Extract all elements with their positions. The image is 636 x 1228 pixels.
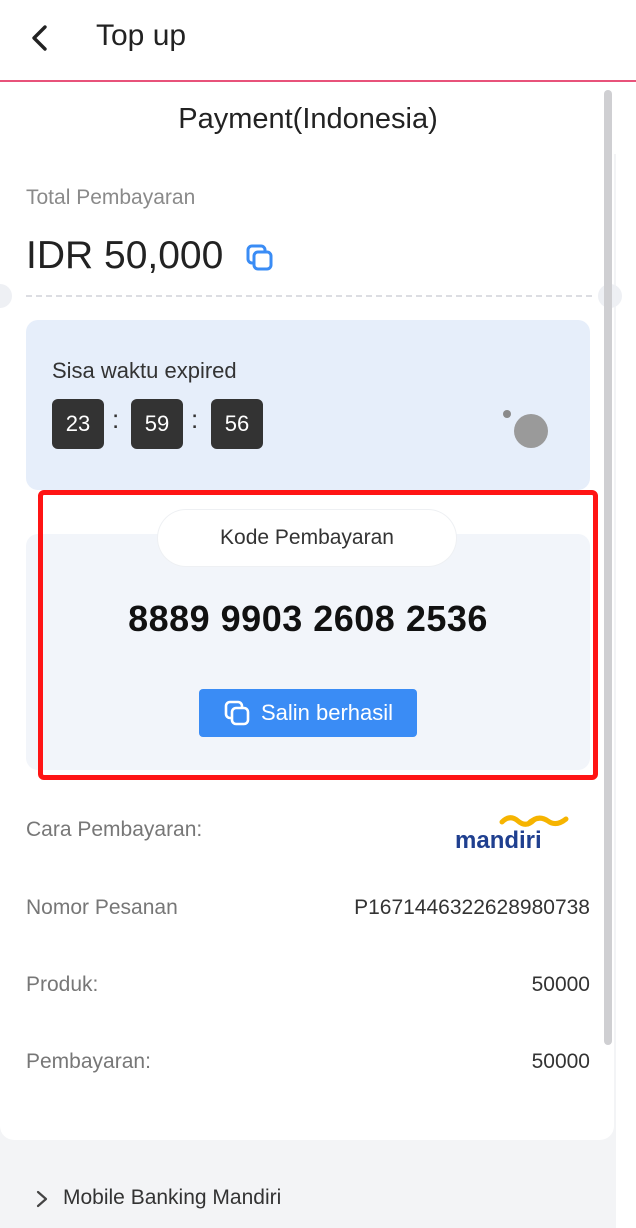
timer-seconds: 56 xyxy=(211,399,263,449)
page-title: Top up xyxy=(96,19,187,52)
order-number-label: Nomor Pesanan xyxy=(26,896,178,919)
total-label: Total Pembayaran xyxy=(26,186,196,209)
order-number-value: P1671446322628980738 xyxy=(354,896,590,919)
payment-section-title: Payment(Indonesia) xyxy=(178,102,438,135)
copy-icon xyxy=(224,700,250,726)
payment-method-label: Cara Pembayaran: xyxy=(26,818,203,841)
payment-section-header: Payment(Indonesia) xyxy=(0,84,616,154)
loading-dot-large xyxy=(514,414,548,448)
chevron-right-icon xyxy=(36,1190,48,1208)
payment-amount-label: Pembayaran: xyxy=(26,1050,151,1073)
copy-icon[interactable] xyxy=(244,242,274,272)
loading-dot-small xyxy=(503,410,511,418)
total-amount: IDR 50,000 xyxy=(26,234,224,277)
expiry-timer-label: Sisa waktu expired xyxy=(52,358,237,383)
timer-separator: : xyxy=(112,404,120,434)
payment-code-number: 8889 9903 2608 2536 xyxy=(128,598,488,639)
product-value: 50000 xyxy=(531,973,590,996)
copy-code-button-label: Salin berhasil xyxy=(260,700,394,725)
copy-code-button[interactable]: Salin berhasil xyxy=(199,689,417,737)
dashed-divider xyxy=(26,295,592,297)
top-bar: Top up xyxy=(0,0,636,82)
timer-minutes: 59 xyxy=(131,399,183,449)
instruction-item-label: Mobile Banking Mandiri xyxy=(63,1186,282,1209)
timer-separator: : xyxy=(191,404,199,434)
chevron-left-icon xyxy=(32,25,47,51)
mandiri-logo-text: mandiri xyxy=(455,827,542,854)
vertical-scrollbar[interactable] xyxy=(604,90,612,1045)
mandiri-logo: mandiri xyxy=(452,812,582,856)
product-label: Produk: xyxy=(26,973,99,996)
expiry-timer-panel xyxy=(26,320,590,490)
back-button[interactable] xyxy=(20,18,60,58)
payment-code-label: Kode Pembayaran xyxy=(158,510,456,566)
payment-amount-value: 50000 xyxy=(531,1050,590,1073)
timer-hours: 23 xyxy=(52,399,104,449)
